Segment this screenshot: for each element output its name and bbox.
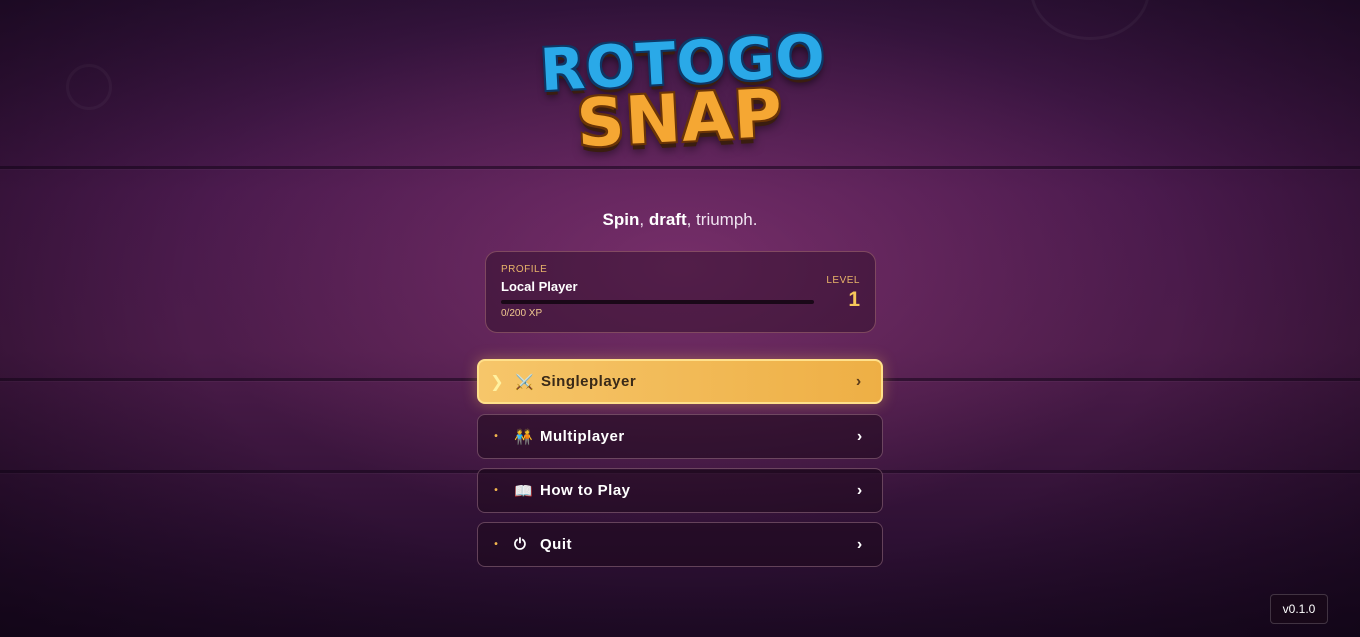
selected-marker-icon: ❯ [490,373,504,391]
bullet-icon: • [494,539,498,550]
coin-decoration-icon [66,64,112,110]
multiplayer-label: Multiplayer [540,428,625,445]
game-logo: ROTOGO SNAP [538,21,827,174]
singleplayer-button[interactable]: ❯ ⚔️ Singleplayer › [477,359,883,404]
level-label: LEVEL [826,275,860,286]
logo-title-snap: SNAP [574,74,785,163]
version-badge: v0.1.0 [1270,594,1328,624]
chevron-right-icon: › [856,481,863,499]
tagline-word-draft: draft [648,210,687,229]
quit-label: Quit [540,536,572,553]
open-book-icon: 📖 [514,482,533,500]
profile-card: PROFILE Local Player 0/200 XP LEVEL 1 [485,251,876,333]
multiplayer-button[interactable]: • 🧑‍🤝‍🧑 Multiplayer › [477,414,883,459]
chevron-right-icon: › [856,535,863,553]
singleplayer-label: Singleplayer [541,373,637,390]
cup-decoration-icon [1030,0,1150,40]
tagline-word-spin: Spin [602,210,640,229]
bullet-icon: • [494,485,498,496]
power-icon: ⏻ [514,536,526,553]
profile-label: PROFILE [501,264,548,275]
level-value: 1 [848,288,860,311]
two-people-icon: 🧑‍🤝‍🧑 [514,428,533,446]
how-to-play-label: How to Play [540,482,631,499]
quit-button[interactable]: • ⏻ Quit › [477,522,883,567]
player-name: Local Player [501,279,578,294]
chevron-right-icon: › [855,372,862,390]
crossed-swords-icon: ⚔️ [515,373,534,391]
bullet-icon: • [494,431,498,442]
how-to-play-button[interactable]: • 📖 How to Play › [477,468,883,513]
chevron-right-icon: › [856,427,863,445]
tagline-rest: , triumph. [686,210,758,229]
xp-text: 0/200 XP [501,308,543,319]
tagline-separator: , [639,210,649,229]
xp-progress-bar [501,300,814,304]
tagline: Spin, draft, triumph. [480,210,880,230]
